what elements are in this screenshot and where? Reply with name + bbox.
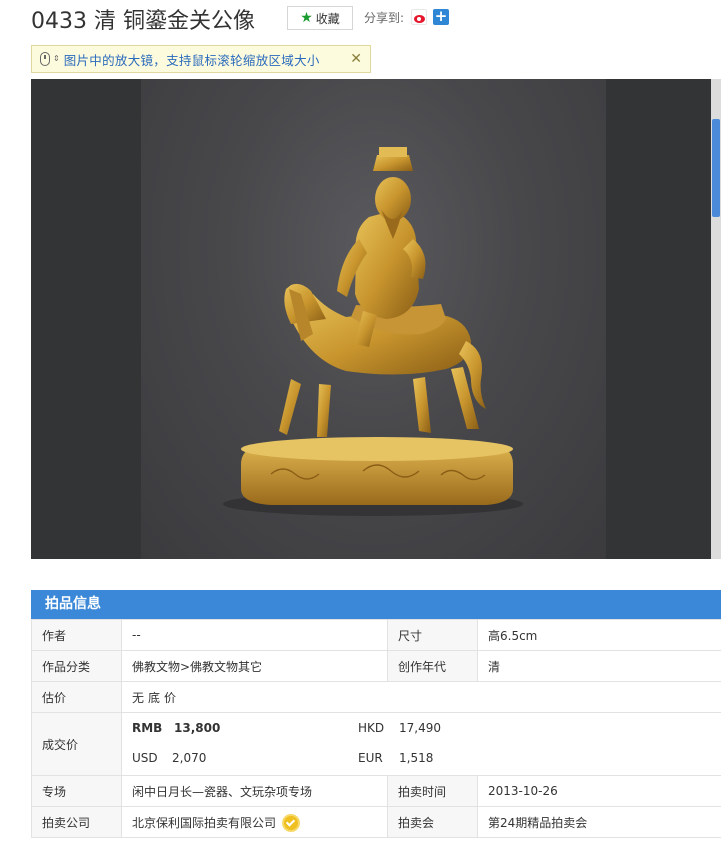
weibo-icon[interactable] — [411, 9, 427, 25]
table-row: 专场 闲中日月长—瓷器、文玩杂项专场 拍卖时间 2013-10-26 — [31, 775, 721, 807]
session-value[interactable]: 闲中日月长—瓷器、文玩杂项专场 — [121, 775, 388, 807]
hkd-label: HKD — [358, 721, 385, 735]
size-label: 尺寸 — [387, 619, 478, 651]
viewer-scroll-thumb[interactable] — [712, 119, 720, 217]
session-label: 专场 — [31, 775, 122, 807]
category-label: 作品分类 — [31, 650, 122, 682]
share-label: 分享到: — [364, 11, 405, 25]
author-label: 作者 — [31, 619, 122, 651]
viewer-scrollbar[interactable] — [711, 79, 721, 559]
tip-text: 图片中的放大镜，支持鼠标滚轮缩放区域大小 — [63, 52, 320, 68]
auction-label: 拍卖会 — [387, 806, 478, 838]
page-title: 0433 清 铜鎏金关公像 — [31, 9, 255, 34]
hkd-value: 17,490 — [399, 721, 441, 735]
favorite-label: 收藏 — [315, 11, 340, 26]
verified-badge-icon — [284, 816, 299, 830]
table-row: 拍卖公司 北京保利国际拍卖有限公司 拍卖会 第24期精品拍卖会 — [31, 806, 721, 838]
rmb-value: 13,800 — [174, 721, 221, 735]
estimate-value: 无底价 — [121, 681, 721, 713]
eur-value: 1,518 — [399, 751, 434, 765]
year-value: 清 — [477, 650, 721, 682]
category-value[interactable]: 佛教文物>佛教文物其它 — [121, 650, 388, 682]
image-viewer[interactable] — [31, 79, 721, 559]
eur-label: EUR — [358, 751, 383, 765]
table-row: 估价 无底价 — [31, 681, 721, 713]
usd-value: 2,070 — [172, 751, 207, 765]
zoom-tip: ⇕ 图片中的放大镜，支持鼠标滚轮缩放区域大小 ✕ — [31, 45, 371, 73]
star-icon: ★ — [300, 10, 313, 26]
price-label: 成交价 — [31, 712, 122, 776]
time-label: 拍卖时间 — [387, 775, 478, 807]
product-photo[interactable] — [141, 79, 606, 559]
usd-label: USD — [132, 751, 158, 765]
author-value: -- — [121, 619, 388, 651]
year-label: 创作年代 — [387, 650, 478, 682]
company-value[interactable]: 北京保利国际拍卖有限公司 — [132, 816, 276, 830]
favorite-button[interactable]: ★ 收藏 — [287, 6, 353, 30]
lot-info-header: 拍品信息 — [31, 590, 721, 619]
size-value: 高6.5cm — [477, 619, 721, 651]
company-cell: 北京保利国际拍卖有限公司 — [121, 806, 388, 838]
price-grid: RMB 13,800 HKD 17,490 USD 2,070 EUR 1,51… — [123, 714, 721, 775]
company-label: 拍卖公司 — [31, 806, 122, 838]
auction-value[interactable]: 第24期精品拍卖会 — [477, 806, 721, 838]
scroll-arrows-icon: ⇕ — [53, 54, 60, 63]
table-row: 作者 -- 尺寸 高6.5cm — [31, 619, 721, 651]
close-icon[interactable]: ✕ — [350, 51, 362, 67]
lot-info-table: 作者 -- 尺寸 高6.5cm 作品分类 佛教文物>佛教文物其它 创作年代 清 … — [31, 619, 721, 838]
guan-gong-statue-image — [223, 147, 523, 516]
estimate-label: 估价 — [31, 681, 122, 713]
plus-icon[interactable]: + — [433, 9, 449, 25]
mouse-scroll-icon — [40, 52, 50, 66]
table-row: 作品分类 佛教文物>佛教文物其它 创作年代 清 — [31, 650, 721, 682]
table-row: 成交价 RMB 13,800 HKD 17,490 USD 2,070 EUR … — [31, 712, 721, 776]
title-row: 0433 清 铜鎏金关公像 — [31, 4, 255, 34]
rmb-label: RMB — [132, 721, 163, 735]
time-value: 2013-10-26 — [477, 775, 721, 807]
price-cell: RMB 13,800 HKD 17,490 USD 2,070 EUR 1,51… — [121, 712, 721, 776]
